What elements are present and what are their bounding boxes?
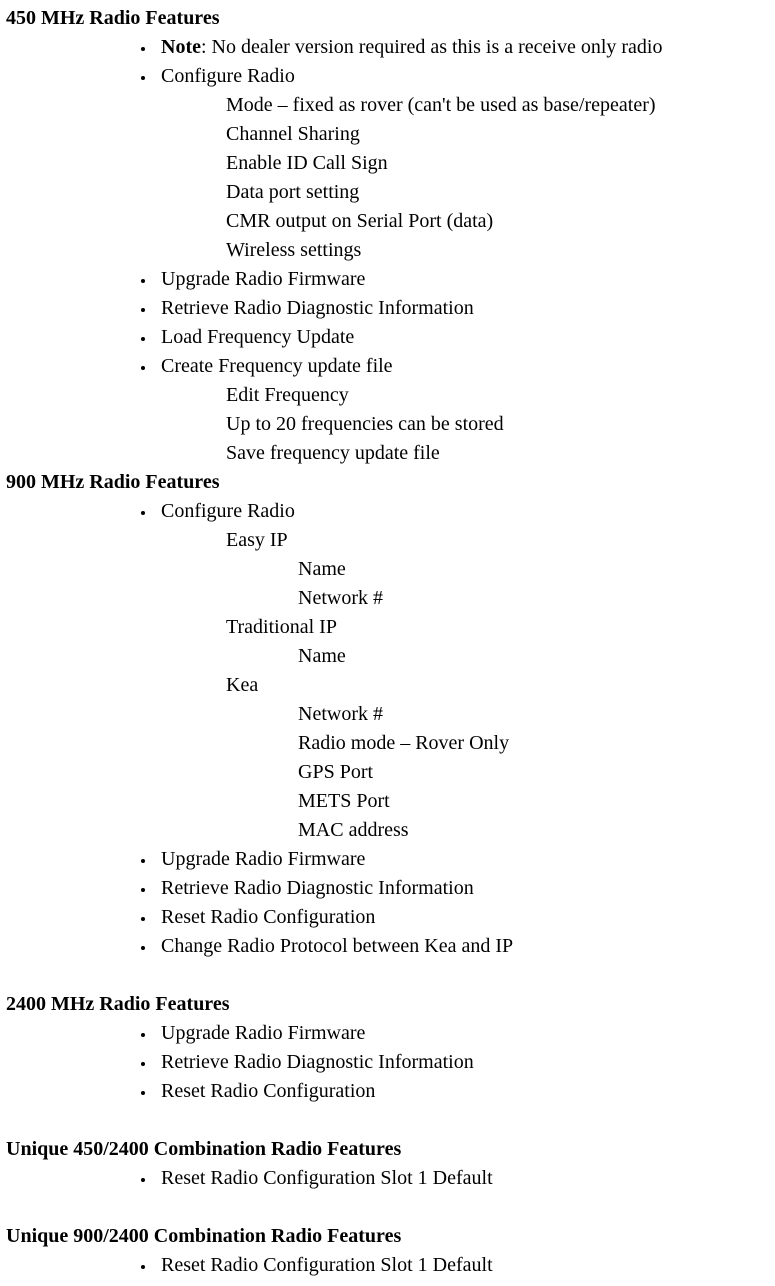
list-item: Load Frequency Update	[156, 323, 769, 352]
sub-item: Save frequency update file	[226, 439, 769, 468]
sub-sub-item: Radio mode – Rover Only	[298, 729, 769, 758]
list-item: Reset Radio Configuration Slot 1 Default	[156, 1251, 769, 1280]
heading-u900-2400: Unique 900/2400 Combination Radio Featur…	[6, 1222, 769, 1251]
heading-450: 450 MHz Radio Features	[6, 4, 769, 33]
sub-item: Mode – fixed as rover (can't be used as …	[226, 91, 769, 120]
sub-item: Kea	[226, 671, 769, 700]
list-item: Retrieve Radio Diagnostic Information	[156, 1048, 769, 1077]
list-item: Reset Radio Configuration	[156, 903, 769, 932]
list-item: Configure Radio	[156, 62, 769, 91]
sub-item: Enable ID Call Sign	[226, 149, 769, 178]
list-item: Create Frequency update file	[156, 352, 769, 381]
sub-sub-item: Network #	[298, 700, 769, 729]
note-label: Note	[161, 36, 201, 58]
list-item: Upgrade Radio Firmware	[156, 1019, 769, 1048]
list-item: Note: No dealer version required as this…	[156, 33, 769, 62]
sub-item: Wireless settings	[226, 236, 769, 265]
list-item: Change Radio Protocol between Kea and IP	[156, 932, 769, 961]
sub-item: Up to 20 frequencies can be stored	[226, 410, 769, 439]
sub-sub-item: Network #	[298, 584, 769, 613]
list-item: Reset Radio Configuration	[156, 1077, 769, 1106]
sub-item: Data port setting	[226, 178, 769, 207]
list-item: Upgrade Radio Firmware	[156, 845, 769, 874]
sub-item: Easy IP	[226, 526, 769, 555]
sub-sub-item: MAC address	[298, 816, 769, 845]
list-item: Configure Radio	[156, 497, 769, 526]
sub-sub-item: Name	[298, 555, 769, 584]
sub-item: CMR output on Serial Port (data)	[226, 207, 769, 236]
list-item: Retrieve Radio Diagnostic Information	[156, 294, 769, 323]
note-text: : No dealer version required as this is …	[201, 36, 663, 58]
sub-sub-item: METS Port	[298, 787, 769, 816]
sub-sub-item: Name	[298, 642, 769, 671]
sub-item: Edit Frequency	[226, 381, 769, 410]
list-item: Retrieve Radio Diagnostic Information	[156, 874, 769, 903]
sub-sub-item: GPS Port	[298, 758, 769, 787]
sub-item: Channel Sharing	[226, 120, 769, 149]
list-item: Upgrade Radio Firmware	[156, 265, 769, 294]
list-item: Reset Radio Configuration Slot 1 Default	[156, 1164, 769, 1193]
heading-2400: 2400 MHz Radio Features	[6, 990, 769, 1019]
heading-900: 900 MHz Radio Features	[6, 468, 769, 497]
sub-item: Traditional IP	[226, 613, 769, 642]
heading-u450-2400: Unique 450/2400 Combination Radio Featur…	[6, 1135, 769, 1164]
